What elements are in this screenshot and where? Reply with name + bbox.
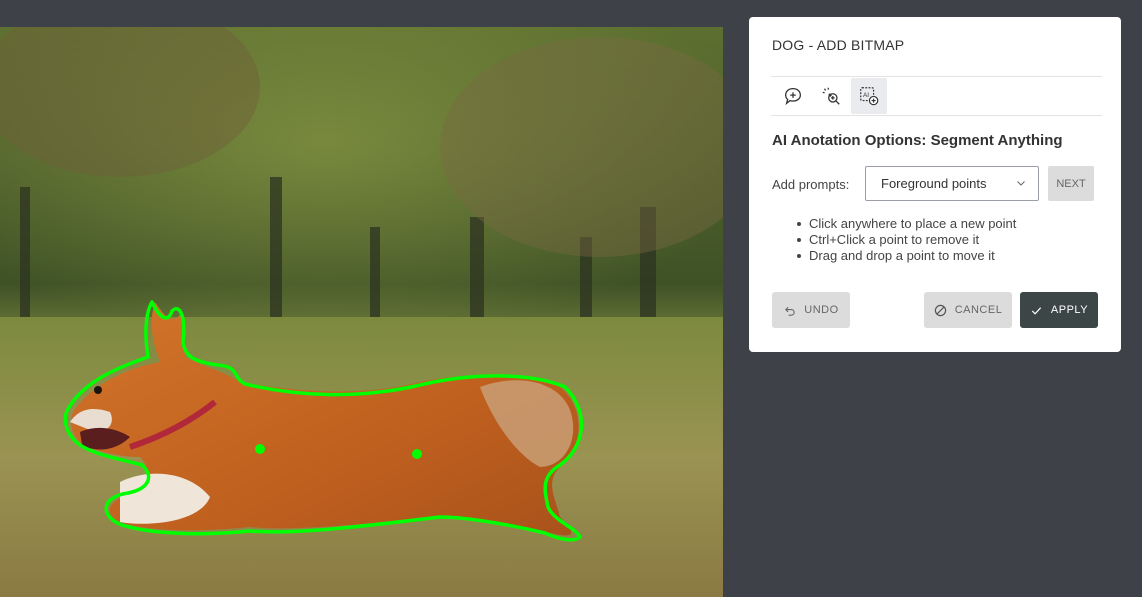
foreground-point[interactable] [412, 449, 422, 459]
cancel-button[interactable]: CANCEL [924, 292, 1012, 328]
prompt-type-value: Foreground points [881, 176, 987, 191]
panel-title: DOG - ADD BITMAP [772, 37, 905, 53]
hint-list: Click anywhere to place a new point Ctrl… [793, 216, 1016, 264]
photo-scene [0, 27, 723, 597]
undo-label: UNDO [804, 304, 839, 316]
tool-ai-annotation[interactable]: AI [851, 78, 887, 114]
tool-add-comment[interactable] [775, 78, 811, 114]
next-button[interactable]: NEXT [1048, 166, 1094, 201]
apply-label: APPLY [1050, 304, 1089, 316]
image-canvas[interactable] [0, 27, 723, 597]
list-item: Ctrl+Click a point to remove it [793, 232, 1016, 248]
list-item: Click anywhere to place a new point [793, 216, 1016, 232]
list-item: Drag and drop a point to move it [793, 248, 1016, 264]
svg-text:AI: AI [863, 92, 869, 99]
undo-button[interactable]: UNDO [772, 292, 850, 328]
ai-add-icon: AI [860, 87, 879, 106]
cancel-icon [934, 304, 946, 316]
divider [771, 115, 1102, 116]
check-icon [1031, 306, 1042, 315]
tool-smart-select[interactable] [813, 78, 849, 114]
magic-cursor-icon [822, 87, 840, 105]
add-prompts-label: Add prompts: [772, 177, 850, 192]
undo-icon [785, 306, 795, 316]
annotation-panel: DOG - ADD BITMAP AI AI Anotation Options… [749, 17, 1121, 352]
prompt-type-select[interactable]: Foreground points [865, 166, 1039, 201]
foreground-point[interactable] [255, 444, 265, 454]
chat-plus-icon [785, 88, 801, 106]
cancel-label: CANCEL [954, 304, 1003, 316]
options-title: AI Anotation Options: Segment Anything [772, 132, 1063, 149]
divider [771, 76, 1102, 77]
tool-toolbar: AI [775, 78, 887, 114]
chevron-down-icon [1017, 181, 1025, 186]
apply-button[interactable]: APPLY [1020, 292, 1098, 328]
